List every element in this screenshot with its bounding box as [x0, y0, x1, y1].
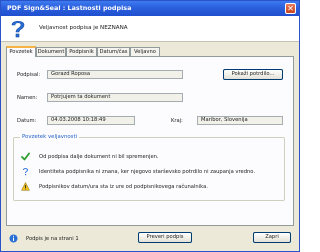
tab-document[interactable]: Dokument: [36, 47, 66, 56]
window-title: PDF Sign&Seal : Lastnosti podpisa: [7, 4, 132, 12]
location-field: Maribor, Slovenija: [197, 116, 283, 125]
tab-date-time[interactable]: Datum/čas: [97, 47, 130, 56]
signer-label: Podpisal:: [17, 72, 41, 78]
date-field: 04.03.2008 10:18:49: [47, 116, 135, 125]
validity-summary-group: Povzetek veljavnosti Od podpisa dalje do…: [13, 134, 285, 201]
checkmark-icon: [21, 152, 30, 161]
validity-summary-title: Povzetek veljavnosti: [20, 134, 80, 140]
page-info: Podpis je na strani 1: [26, 236, 79, 242]
question-icon: [11, 20, 25, 38]
status-text-time: Podpisnikov datum/ura sta iz ure od podp…: [39, 184, 208, 190]
verify-signature-button[interactable]: Preveri podpis: [138, 232, 192, 243]
summary-panel: Podpisal: Gorazd Roposa Pokaži potrdilo.…: [6, 56, 294, 226]
info-icon: [9, 234, 18, 243]
validity-message: Veljavnost podpisa je NEZNANA: [39, 25, 128, 31]
status-text-unmodified: Od podpisa dalje dokument ni bil spremen…: [39, 154, 159, 160]
date-label: Datum:: [17, 118, 37, 124]
close-window-button[interactable]: ✕: [285, 3, 296, 14]
warning-icon: [21, 182, 30, 191]
tab-summary[interactable]: Povzetek: [6, 46, 36, 57]
title-bar[interactable]: PDF Sign&Seal : Lastnosti podpisa ✕: [1, 1, 299, 16]
tab-signer[interactable]: Podpisnik: [66, 47, 97, 56]
reason-field: Potrjujem ta dokument: [47, 93, 183, 102]
status-text-identity: Identiteta podpisnika ni znana, ker njeg…: [39, 169, 256, 175]
signer-field: Gorazd Roposa: [47, 70, 183, 79]
show-certificate-button[interactable]: Pokaži potrdilo...: [223, 69, 283, 80]
question-icon: [23, 168, 28, 176]
signature-properties-window: PDF Sign&Seal : Lastnosti podpisa ✕ Velj…: [0, 0, 300, 252]
validity-header: Veljavnost podpisa je NEZNANA: [1, 16, 299, 42]
reason-label: Namen:: [17, 95, 38, 101]
location-label: Kraj:: [171, 118, 183, 124]
tab-validity[interactable]: Veljavno: [130, 47, 160, 56]
close-button[interactable]: Zapri: [253, 232, 291, 243]
